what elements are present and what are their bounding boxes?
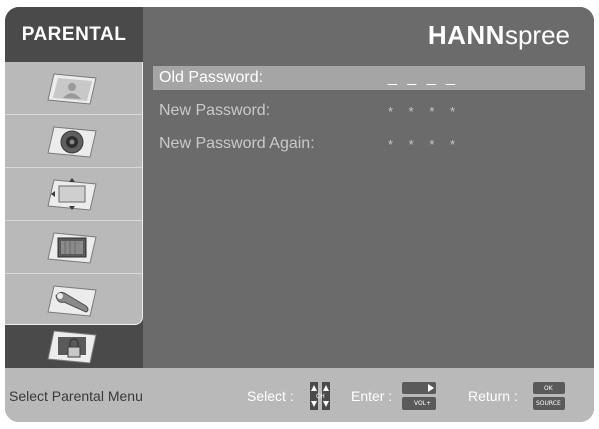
select-key-icon: CH bbox=[310, 382, 330, 410]
return-key-icon: OK SOURCE bbox=[533, 382, 565, 410]
new-password-row[interactable]: New Password: * * * * bbox=[153, 99, 585, 123]
select-key-text: CH bbox=[316, 393, 325, 400]
parental-lock-icon bbox=[46, 330, 97, 364]
sidebar bbox=[5, 62, 143, 368]
wrench-tools-icon bbox=[46, 285, 97, 317]
sidebar-panel bbox=[5, 62, 143, 325]
new-password-field[interactable]: * * * * bbox=[388, 104, 461, 119]
sidebar-item-audio[interactable] bbox=[5, 115, 142, 168]
sidebar-item-parental[interactable] bbox=[5, 327, 142, 367]
brand-logo-bold: HANN bbox=[427, 20, 505, 50]
footer-bar: Select Parental Menu Select : CH Enter :… bbox=[5, 368, 594, 422]
return-key-ok-text: OK bbox=[544, 385, 553, 392]
header: PARENTAL HANNspree bbox=[5, 7, 594, 62]
brand-logo-light: spree bbox=[504, 20, 570, 50]
brand-logo: HANNspree bbox=[428, 20, 570, 50]
new-password-again-field[interactable]: * * * * bbox=[388, 137, 461, 152]
old-password-row[interactable]: Old Password: _ _ _ _ bbox=[153, 66, 585, 90]
sidebar-item-screen[interactable] bbox=[5, 168, 142, 221]
select-label: Select : bbox=[247, 388, 294, 404]
sidebar-item-setup[interactable] bbox=[5, 221, 142, 274]
new-password-again-row[interactable]: New Password Again: * * * * bbox=[153, 132, 585, 156]
enter-label: Enter : bbox=[351, 388, 393, 404]
enter-key-text: VOL+ bbox=[414, 400, 432, 407]
old-password-field[interactable]: _ _ _ _ bbox=[388, 69, 458, 87]
footer-hint: Select Parental Menu bbox=[9, 388, 143, 404]
new-password-again-label: New Password Again: bbox=[159, 135, 315, 152]
old-password-label: Old Password: bbox=[159, 69, 264, 86]
parental-osd-window: PARENTAL HANNspree Old Password: _ _ _ _… bbox=[5, 7, 594, 422]
sidebar-item-picture[interactable] bbox=[5, 62, 142, 115]
return-label: Return : bbox=[468, 388, 518, 404]
new-password-label: New Password: bbox=[159, 102, 271, 119]
sidebar-item-tools[interactable] bbox=[5, 274, 142, 324]
enter-key-icon: VOL+ bbox=[402, 382, 436, 410]
audio-speaker-icon bbox=[46, 126, 97, 158]
screen-position-icon bbox=[46, 178, 97, 211]
picture-person-icon bbox=[46, 73, 97, 105]
tv-setup-icon bbox=[46, 232, 97, 264]
menu-title: PARENTAL bbox=[5, 7, 143, 62]
return-key-source-text: SOURCE bbox=[536, 400, 561, 407]
password-panel: Old Password: _ _ _ _ New Password: * * … bbox=[143, 62, 594, 368]
